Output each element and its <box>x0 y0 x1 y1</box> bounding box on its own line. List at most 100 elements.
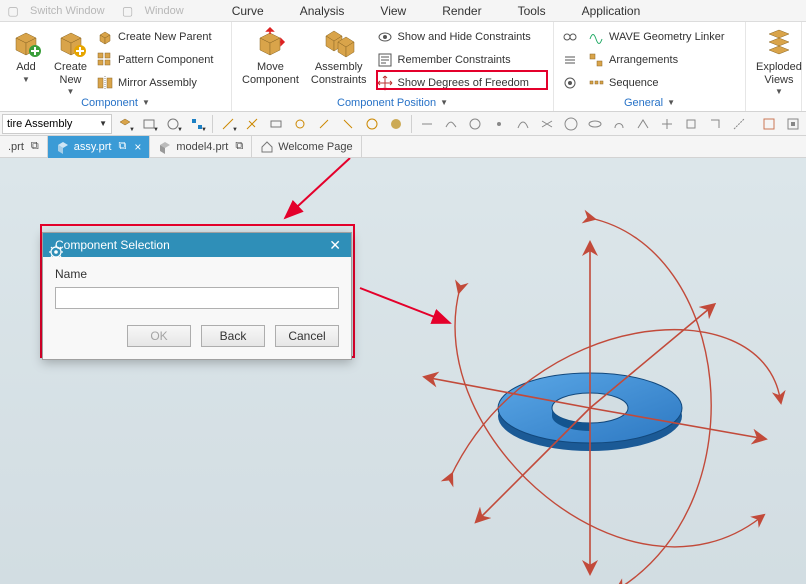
tab-label: .prt <box>8 141 24 153</box>
gear-icon <box>562 75 578 91</box>
tab-label: assy.prt <box>74 141 112 153</box>
shape-tool-5[interactable] <box>512 114 534 134</box>
menu-render[interactable]: Render <box>426 2 497 20</box>
name-input[interactable] <box>55 287 339 309</box>
tab-bar: .prt ⧉ assy.prt ⧉ × model4.prt ⧉ Welcome… <box>0 136 806 158</box>
shape-tool-10[interactable] <box>632 114 654 134</box>
filter-tool-11[interactable] <box>361 114 383 134</box>
assembly-constraints-label2: Constraints <box>311 74 367 87</box>
shape-tool-8[interactable] <box>584 114 606 134</box>
shape-tool-1[interactable] <box>416 114 438 134</box>
menu-tools[interactable]: Tools <box>502 2 562 20</box>
ok-button[interactable]: OK <box>127 325 191 347</box>
create-new-button[interactable]: Create New ▼ <box>48 24 93 96</box>
remember-icon <box>377 52 393 68</box>
filter-tool-10[interactable] <box>337 114 359 134</box>
right-tool-2[interactable] <box>782 114 804 134</box>
show-hide-constraints-label: Show and Hide Constraints <box>398 31 531 43</box>
tab-welcome[interactable]: Welcome Page <box>252 136 361 158</box>
parent-icon <box>97 29 113 45</box>
tab-assy[interactable]: assy.prt ⧉ × <box>48 136 151 158</box>
show-hide-constraints-button[interactable]: Show and Hide Constraints <box>375 27 533 47</box>
divider <box>411 115 412 133</box>
pattern-icon <box>97 52 113 68</box>
filter-tool-8[interactable] <box>289 114 311 134</box>
ribbon-group-general: WAVE Geometry Linker Arrangements Sequen… <box>554 22 746 111</box>
general-icon-1[interactable] <box>560 27 580 47</box>
add-label: Add <box>16 61 36 74</box>
shape-tool-7[interactable] <box>560 114 582 134</box>
shape-tool-3[interactable] <box>464 114 486 134</box>
filter-tool-9[interactable] <box>313 114 335 134</box>
right-tool-1[interactable] <box>758 114 780 134</box>
add-button[interactable]: Add ▼ <box>4 24 48 96</box>
create-new-label2: New <box>60 74 82 87</box>
chevron-down-icon: ▼ <box>99 119 107 128</box>
shape-tool-4[interactable] <box>488 114 510 134</box>
create-new-icon <box>55 26 87 58</box>
remember-constraints-button[interactable]: Remember Constraints <box>375 50 533 70</box>
filter-tool-12[interactable] <box>385 114 407 134</box>
link-icon <box>562 29 578 45</box>
menubar: ▢ Switch Window ▢ Window Curve Analysis … <box>0 0 806 22</box>
move-component-button[interactable]: Move Component <box>236 24 305 96</box>
sequence-button[interactable]: Sequence <box>586 73 727 93</box>
filter-tool-4[interactable]: ▼ <box>186 114 208 134</box>
arrangements-button[interactable]: Arrangements <box>586 50 727 70</box>
assembly-constraints-button[interactable]: Assembly Constraints <box>305 24 373 96</box>
menu-application[interactable]: Application <box>566 2 657 20</box>
chevron-down-icon: ▼ <box>775 87 783 96</box>
dialog-title: Component Selection <box>55 238 319 252</box>
tab-prt[interactable]: .prt ⧉ <box>0 136 48 158</box>
chevron-down-icon: ▼ <box>67 87 75 96</box>
selection-scope-combo[interactable]: tire Assembly ▼ <box>2 114 112 134</box>
arrangements-label: Arrangements <box>609 54 678 66</box>
dialog-titlebar[interactable]: Component Selection ✕ <box>43 233 351 257</box>
chevron-down-icon[interactable]: ▼ <box>440 99 448 107</box>
menu-curve[interactable]: Curve <box>216 2 280 20</box>
cancel-button[interactable]: Cancel <box>275 325 339 347</box>
filter-tool-3[interactable]: ▼ <box>162 114 184 134</box>
menu-analysis[interactable]: Analysis <box>284 2 361 20</box>
remember-constraints-label: Remember Constraints <box>398 54 511 66</box>
shape-tool-14[interactable] <box>728 114 750 134</box>
general-icon-2[interactable] <box>560 50 580 70</box>
chevron-down-icon[interactable]: ▼ <box>142 99 150 107</box>
tab-model4[interactable]: model4.prt ⧉ <box>150 136 252 158</box>
filter-tool-5[interactable]: ▼ <box>217 114 239 134</box>
show-dof-button[interactable]: Show Degrees of Freedom <box>375 73 533 93</box>
menu-view[interactable]: View <box>364 2 422 20</box>
chevron-down-icon: ▼ <box>22 75 30 84</box>
exploded-label2: Views <box>764 74 793 87</box>
close-icon[interactable]: × <box>134 140 141 154</box>
wave-icon <box>588 29 604 45</box>
arrangements-icon <box>588 52 604 68</box>
filter-tool-1[interactable]: ▼ <box>114 114 136 134</box>
shape-tool-11[interactable] <box>656 114 678 134</box>
filter-tool-7[interactable] <box>265 114 287 134</box>
shape-tool-9[interactable] <box>608 114 630 134</box>
wave-geometry-linker-button[interactable]: WAVE Geometry Linker <box>586 27 727 47</box>
external-icon: ⧉ <box>31 140 39 153</box>
constraints-icon <box>323 26 355 58</box>
move-component-label1: Move <box>257 61 284 74</box>
exploded-views-button[interactable]: Exploded Views ▼ <box>750 24 806 96</box>
viewport-3d[interactable]: Component Selection ✕ Name OK Back Cance… <box>0 158 806 584</box>
shape-tool-13[interactable] <box>704 114 726 134</box>
create-new-label1: Create <box>54 61 87 74</box>
pattern-component-button[interactable]: Pattern Component <box>95 50 215 70</box>
general-icon-3[interactable] <box>560 73 580 93</box>
chevron-down-icon[interactable]: ▼ <box>667 99 675 107</box>
filter-tool-6[interactable] <box>241 114 263 134</box>
create-new-parent-button[interactable]: Create New Parent <box>95 27 215 47</box>
part-icon <box>158 140 172 154</box>
mirror-assembly-button[interactable]: Mirror Assembly <box>95 73 215 93</box>
link-icon-2 <box>562 52 578 68</box>
close-icon[interactable]: ✕ <box>325 237 345 254</box>
filter-tool-2[interactable]: ▼ <box>138 114 160 134</box>
assembly-constraints-label1: Assembly <box>315 61 363 74</box>
shape-tool-2[interactable] <box>440 114 462 134</box>
shape-tool-12[interactable] <box>680 114 702 134</box>
back-button[interactable]: Back <box>201 325 265 347</box>
shape-tool-6[interactable] <box>536 114 558 134</box>
